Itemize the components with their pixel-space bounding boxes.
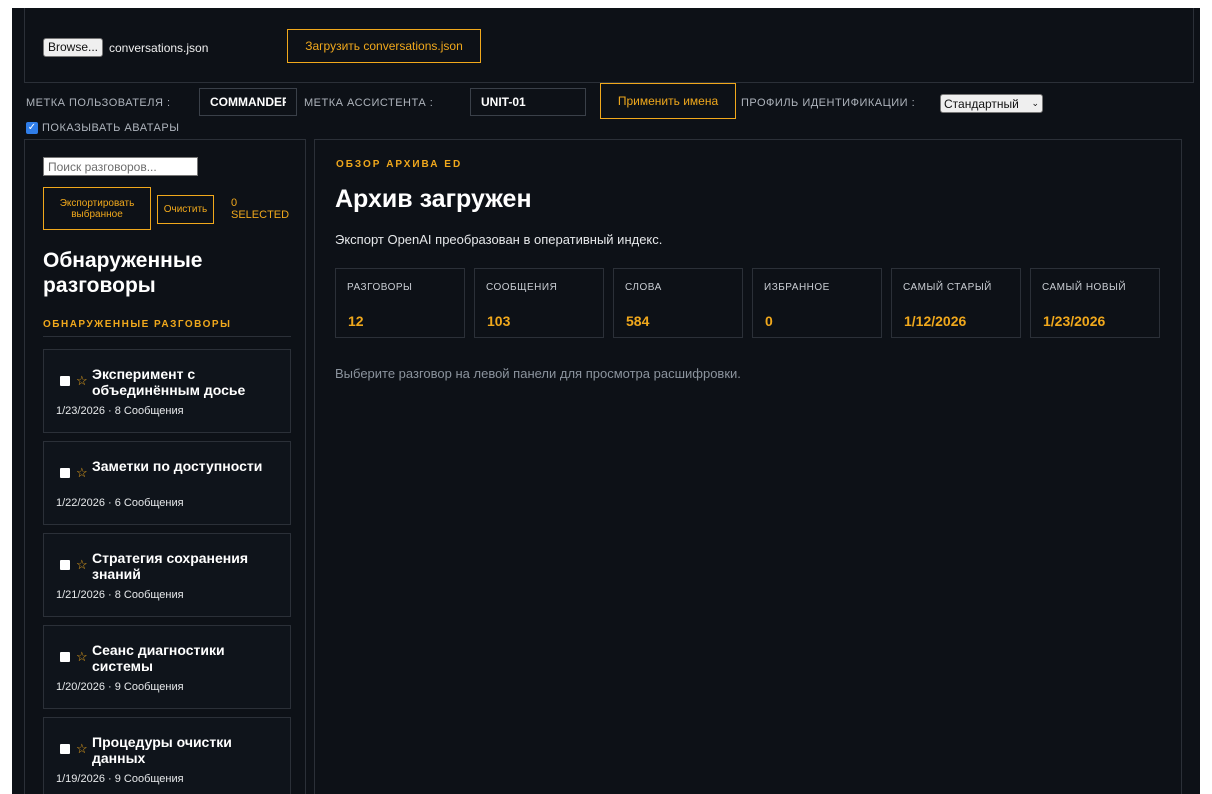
conversation-title: Заметки по доступности (92, 458, 263, 474)
stat-value: 1/12/2026 (904, 313, 967, 329)
star-outline-icon[interactable]: ☆ (76, 741, 88, 757)
star-outline-icon[interactable]: ☆ (76, 649, 88, 665)
conversation-list: ☆ Эксперимент с объединённым досье 1/23/… (43, 349, 291, 794)
sidebar-title: Обнаруженные разговоры (43, 249, 203, 297)
stats-row: РАЗГОВОРЫ 12 СООБЩЕНИЯ 103 СЛОВА 584 ИЗБ… (335, 268, 1160, 338)
user-label-caption: МЕТКА ПОЛЬЗОВАТЕЛЯ : (26, 97, 171, 109)
stat-value: 103 (487, 313, 511, 329)
main-eyebrow: ОБЗОР АРХИВА ED (336, 159, 463, 170)
search-input[interactable] (43, 157, 198, 176)
assistant-label-input[interactable] (470, 88, 586, 116)
stat-label: ИЗБРАННОЕ (764, 282, 830, 293)
stat-card-favorites: ИЗБРАННОЕ 0 (752, 268, 882, 338)
stat-label: СЛОВА (625, 282, 662, 293)
chevron-down-icon: ⌄ (1031, 98, 1039, 108)
stat-label: РАЗГОВОРЫ (347, 282, 413, 293)
file-bar: Browse... conversations.json Загрузить c… (24, 8, 1194, 83)
conversation-meta: 1/22/2026 · 6 Сообщения (56, 497, 184, 509)
main-panel: ОБЗОР АРХИВА ED Архив загружен Экспорт O… (314, 139, 1182, 794)
sidebar-subtitle: ОБНАРУЖЕННЫЕ РАЗГОВОРЫ (43, 319, 232, 330)
select-checkbox[interactable] (60, 652, 70, 662)
conversation-meta: 1/20/2026 · 9 Сообщения (56, 681, 184, 693)
stat-value: 584 (626, 313, 650, 329)
clear-selection-button[interactable]: Очистить (157, 195, 214, 224)
checkmark-icon: ✓ (27, 122, 37, 133)
app-window: Browse... conversations.json Загрузить c… (12, 8, 1200, 794)
select-checkbox[interactable] (60, 744, 70, 754)
conversation-title: Эксперимент с объединённым досье (92, 366, 246, 398)
conversation-title: Стратегия сохранения знаний (92, 550, 249, 582)
show-avatars-row[interactable]: ✓ ПОКАЗЫВАТЬ АВАТАРЫ (26, 121, 179, 135)
page-description: Экспорт OpenAI преобразован в оперативны… (335, 232, 663, 247)
stat-card-oldest: САМЫЙ СТАРЫЙ 1/12/2026 (891, 268, 1021, 338)
browse-button[interactable]: Browse... (43, 38, 104, 57)
stat-card-newest: САМЫЙ НОВЫЙ 1/23/2026 (1030, 268, 1160, 338)
stat-label: СООБЩЕНИЯ (486, 282, 558, 293)
stat-value: 12 (348, 313, 364, 329)
selected-count-label: SELECTED (231, 209, 290, 221)
select-checkbox[interactable] (60, 468, 70, 478)
select-checkbox[interactable] (60, 560, 70, 570)
list-item[interactable]: ☆ Стратегия сохранения знаний 1/21/2026 … (43, 533, 291, 617)
selected-count: 0 SELECTED (231, 197, 289, 221)
user-label-input[interactable] (199, 88, 297, 116)
selected-count-value: 0 (231, 197, 238, 209)
list-item[interactable]: ☆ Эксперимент с объединённым досье 1/23/… (43, 349, 291, 433)
conversation-meta: 1/19/2026 · 9 Сообщения (56, 773, 184, 785)
select-checkbox[interactable] (60, 376, 70, 386)
profile-caption: ПРОФИЛЬ ИДЕНТИФИКАЦИИ : (741, 97, 916, 109)
sidebar: Экспортировать выбранное Очистить 0 SELE… (24, 139, 306, 794)
sidebar-divider (43, 336, 291, 337)
empty-state-hint: Выберите разговор на левой панели для пр… (335, 366, 741, 381)
stat-card-words: СЛОВА 584 (613, 268, 743, 338)
conversation-title: Процедуры очистки данных (92, 734, 232, 766)
stat-label: САМЫЙ СТАРЫЙ (903, 282, 992, 293)
list-item[interactable]: ☆ Процедуры очистки данных 1/19/2026 · 9… (43, 717, 291, 794)
conversation-meta: 1/21/2026 · 8 Сообщения (56, 589, 184, 601)
stat-label: САМЫЙ НОВЫЙ (1042, 282, 1127, 293)
show-avatars-label: ПОКАЗЫВАТЬ АВАТАРЫ (42, 122, 180, 134)
load-file-button[interactable]: Загрузить conversations.json (287, 29, 481, 63)
export-selected-button[interactable]: Экспортировать выбранное (43, 187, 151, 230)
profile-select-value: Стандартный (944, 96, 1019, 111)
star-outline-icon[interactable]: ☆ (76, 373, 88, 389)
stat-card-messages: СООБЩЕНИЯ 103 (474, 268, 604, 338)
apply-names-button[interactable]: Применить имена (600, 83, 736, 119)
show-avatars-checkbox[interactable]: ✓ (26, 122, 38, 134)
page-title: Архив загружен (335, 185, 532, 213)
stat-value: 0 (765, 313, 773, 329)
conversation-title: Сеанс диагностики системы (92, 642, 225, 674)
selected-file-name: conversations.json (109, 41, 209, 55)
stat-card-conversations: РАЗГОВОРЫ 12 (335, 268, 465, 338)
assistant-label-caption: МЕТКА АССИСТЕНТА : (304, 97, 434, 109)
star-outline-icon[interactable]: ☆ (76, 465, 88, 481)
conversation-meta: 1/23/2026 · 8 Сообщения (56, 405, 184, 417)
profile-select[interactable]: Стандартный ⌄ (940, 94, 1043, 113)
list-item[interactable]: ☆ Сеанс диагностики системы 1/20/2026 · … (43, 625, 291, 709)
star-outline-icon[interactable]: ☆ (76, 557, 88, 573)
list-item[interactable]: ☆ Заметки по доступности 1/22/2026 · 6 С… (43, 441, 291, 525)
stat-value: 1/23/2026 (1043, 313, 1106, 329)
